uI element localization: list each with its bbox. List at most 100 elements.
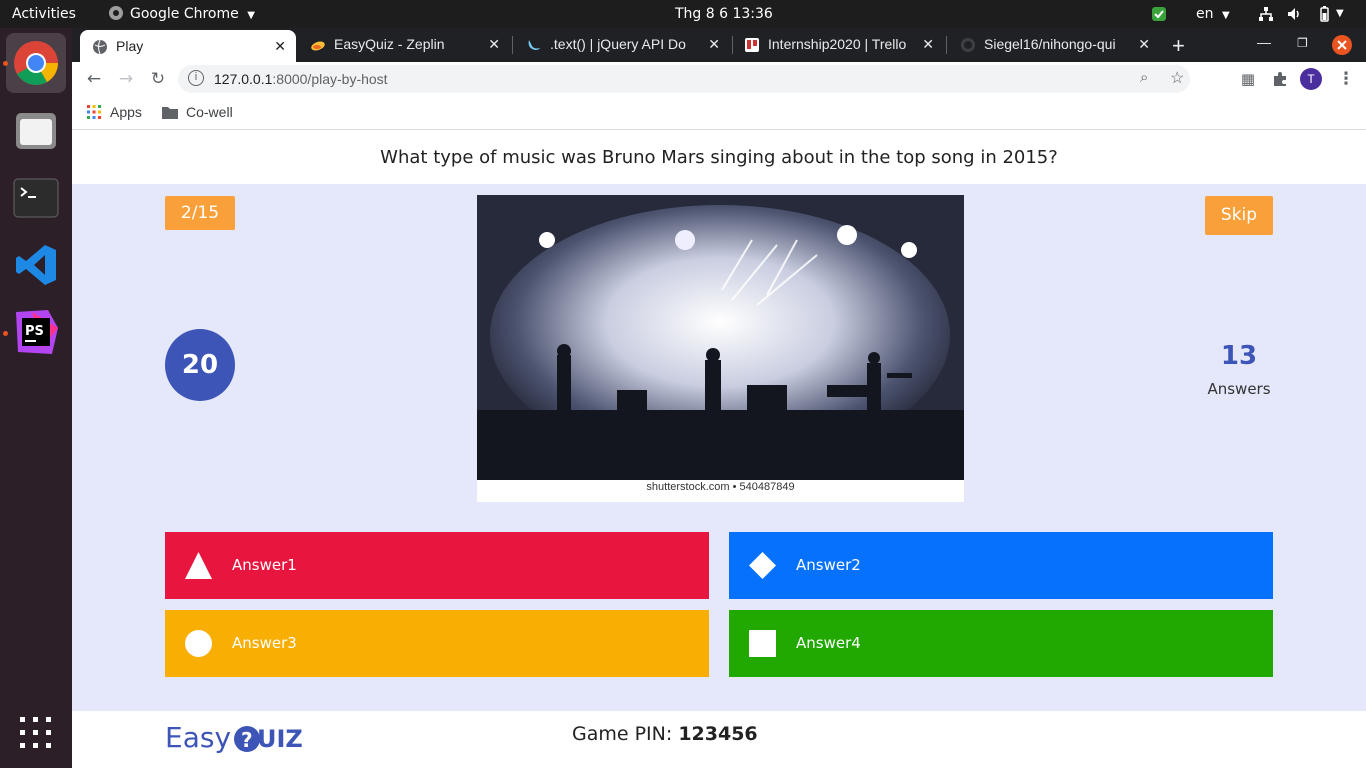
clock[interactable]: Thg 8 6 13:36 bbox=[675, 0, 773, 28]
chrome-small-icon bbox=[109, 6, 123, 20]
folder-icon bbox=[162, 107, 178, 119]
tab-zeplin[interactable]: EasyQuiz - Zeplin ✕ bbox=[298, 28, 510, 62]
triangle-icon bbox=[185, 552, 212, 579]
more-menu-icon[interactable]: ⋮ bbox=[1334, 68, 1358, 90]
concert-photo bbox=[477, 195, 964, 480]
quiz-footer: Easy ? UIZ Game PIN: 123456 bbox=[72, 711, 1366, 768]
quiz-page: What type of music was Bruno Mars singin… bbox=[72, 131, 1366, 768]
tab-title: Play bbox=[116, 38, 144, 54]
tab-title: EasyQuiz - Zeplin bbox=[334, 36, 445, 52]
circle-icon bbox=[185, 630, 212, 657]
close-tab-icon[interactable]: ✕ bbox=[274, 38, 286, 55]
square-icon bbox=[749, 630, 776, 657]
dock: PS bbox=[0, 28, 72, 768]
volume-icon[interactable] bbox=[1286, 6, 1302, 22]
tab-search-icon[interactable]: ▦ bbox=[1236, 68, 1260, 90]
running-indicator bbox=[3, 61, 8, 66]
tab-trello[interactable]: Internship2020 | Trello ✕ bbox=[732, 28, 944, 62]
github-icon bbox=[961, 38, 975, 52]
bookmark-label: Co-well bbox=[186, 104, 233, 120]
chevron-down-icon: ▼ bbox=[1221, 10, 1230, 21]
tab-title: Internship2020 | Trello bbox=[768, 36, 907, 52]
bookmark-star-icon[interactable]: ☆ bbox=[1170, 68, 1184, 88]
globe-icon bbox=[93, 39, 107, 55]
battery-icon[interactable] bbox=[1316, 6, 1332, 22]
dock-chrome[interactable] bbox=[6, 33, 66, 93]
question-progress: 2/15 bbox=[165, 196, 235, 230]
answer-label: Answer4 bbox=[796, 634, 861, 652]
bookmark-apps[interactable]: Apps bbox=[86, 104, 142, 120]
browser-window: Play ✕ EasyQuiz - Zeplin ✕ .text() | jQu… bbox=[72, 28, 1366, 768]
activities-button[interactable]: Activities bbox=[12, 0, 76, 28]
answers-label: Answers bbox=[1207, 380, 1271, 398]
language-label: en bbox=[1196, 6, 1214, 22]
show-applications-icon[interactable] bbox=[20, 717, 52, 749]
tab-strip: Play ✕ EasyQuiz - Zeplin ✕ .text() | jQu… bbox=[72, 28, 1366, 62]
game-pin-value: 123456 bbox=[678, 723, 758, 745]
image-caption: shutterstock.com • 540487849 bbox=[646, 481, 795, 493]
answer-label: Answer3 bbox=[232, 634, 297, 652]
back-icon[interactable]: ← bbox=[82, 68, 106, 90]
close-tab-icon[interactable]: ✕ bbox=[1138, 36, 1150, 53]
answer-option-2[interactable]: Answer2 bbox=[729, 532, 1273, 599]
answer-option-1[interactable]: Answer1 bbox=[165, 532, 709, 599]
update-shield-icon[interactable] bbox=[1151, 6, 1167, 22]
answer-option-4[interactable]: Answer4 bbox=[729, 610, 1273, 677]
countdown-timer: 20 bbox=[165, 329, 235, 401]
dock-files[interactable] bbox=[6, 101, 66, 161]
profile-avatar[interactable]: T bbox=[1300, 68, 1322, 90]
zeplin-icon bbox=[311, 41, 325, 51]
tab-title: .text() | jQuery API Do bbox=[550, 36, 686, 52]
question-image: shutterstock.com • 540487849 bbox=[477, 195, 964, 502]
quiz-stage: 2/15 Skip 20 13 Answers shutterstock.com… bbox=[72, 184, 1366, 711]
info-icon[interactable]: i bbox=[188, 70, 204, 86]
bookmark-label: Apps bbox=[110, 104, 142, 120]
url-text: 127.0.0.1:8000/play-by-host bbox=[214, 71, 388, 87]
chevron-down-icon: ▼ bbox=[247, 10, 255, 21]
vscode-icon bbox=[16, 245, 56, 285]
close-tab-icon[interactable]: ✕ bbox=[922, 36, 934, 53]
skip-button[interactable]: Skip bbox=[1205, 196, 1273, 235]
svg-text:Easy: Easy bbox=[165, 721, 231, 754]
answer-label: Answer1 bbox=[232, 556, 297, 574]
chrome-icon bbox=[14, 41, 58, 85]
running-indicator bbox=[3, 331, 8, 336]
files-icon bbox=[16, 113, 56, 149]
dock-vscode[interactable] bbox=[6, 235, 66, 295]
close-tab-icon[interactable]: ✕ bbox=[488, 36, 500, 53]
address-bar[interactable]: i 127.0.0.1:8000/play-by-host ⌕ ☆ bbox=[178, 65, 1190, 93]
language-indicator[interactable]: en ▼ bbox=[1196, 0, 1230, 28]
tab-github[interactable]: Siegel16/nihongo-qui ✕ bbox=[948, 28, 1160, 62]
zoom-icon[interactable]: ⌕ bbox=[1140, 69, 1148, 86]
app-menu-label: Google Chrome bbox=[130, 6, 239, 22]
network-icon[interactable] bbox=[1258, 6, 1274, 22]
trello-icon bbox=[745, 38, 759, 52]
dock-terminal[interactable] bbox=[6, 168, 66, 228]
phpstorm-icon: PS bbox=[16, 310, 58, 354]
bookmark-co-well[interactable]: Co-well bbox=[162, 104, 233, 120]
chevron-down-icon[interactable]: ▼ bbox=[1336, 0, 1344, 28]
tab-play[interactable]: Play ✕ bbox=[80, 30, 296, 62]
tab-title: Siegel16/nihongo-qui bbox=[984, 36, 1116, 52]
game-pin-label: Game PIN: bbox=[572, 723, 673, 745]
url-host: 127.0.0.1 bbox=[214, 71, 273, 87]
browser-toolbar: ← → ↻ i 127.0.0.1:8000/play-by-host ⌕ ☆ … bbox=[72, 62, 1366, 96]
extensions-icon[interactable] bbox=[1272, 71, 1288, 87]
dock-phpstorm[interactable]: PS bbox=[6, 302, 66, 362]
answer-option-3[interactable]: Answer3 bbox=[165, 610, 709, 677]
svg-text:?: ? bbox=[241, 728, 253, 752]
apps-grid-icon bbox=[87, 105, 101, 119]
close-tab-icon[interactable]: ✕ bbox=[708, 36, 720, 53]
system-top-bar: Activities Google Chrome ▼ Thg 8 6 13:36… bbox=[0, 0, 1366, 28]
app-menu[interactable]: Google Chrome ▼ bbox=[108, 0, 255, 28]
svg-text:PS: PS bbox=[25, 324, 44, 339]
close-window-icon[interactable] bbox=[1332, 35, 1352, 55]
diamond-icon bbox=[749, 552, 776, 579]
answer-label: Answer2 bbox=[796, 556, 861, 574]
bookmarks-bar: Apps Co-well bbox=[72, 96, 1366, 130]
forward-icon[interactable]: → bbox=[114, 68, 138, 90]
answer-count: 13 bbox=[1220, 341, 1258, 371]
url-path: :8000/play-by-host bbox=[272, 71, 388, 87]
reload-icon[interactable]: ↻ bbox=[146, 68, 170, 90]
tab-jquery[interactable]: .text() | jQuery API Do ✕ bbox=[514, 28, 730, 62]
